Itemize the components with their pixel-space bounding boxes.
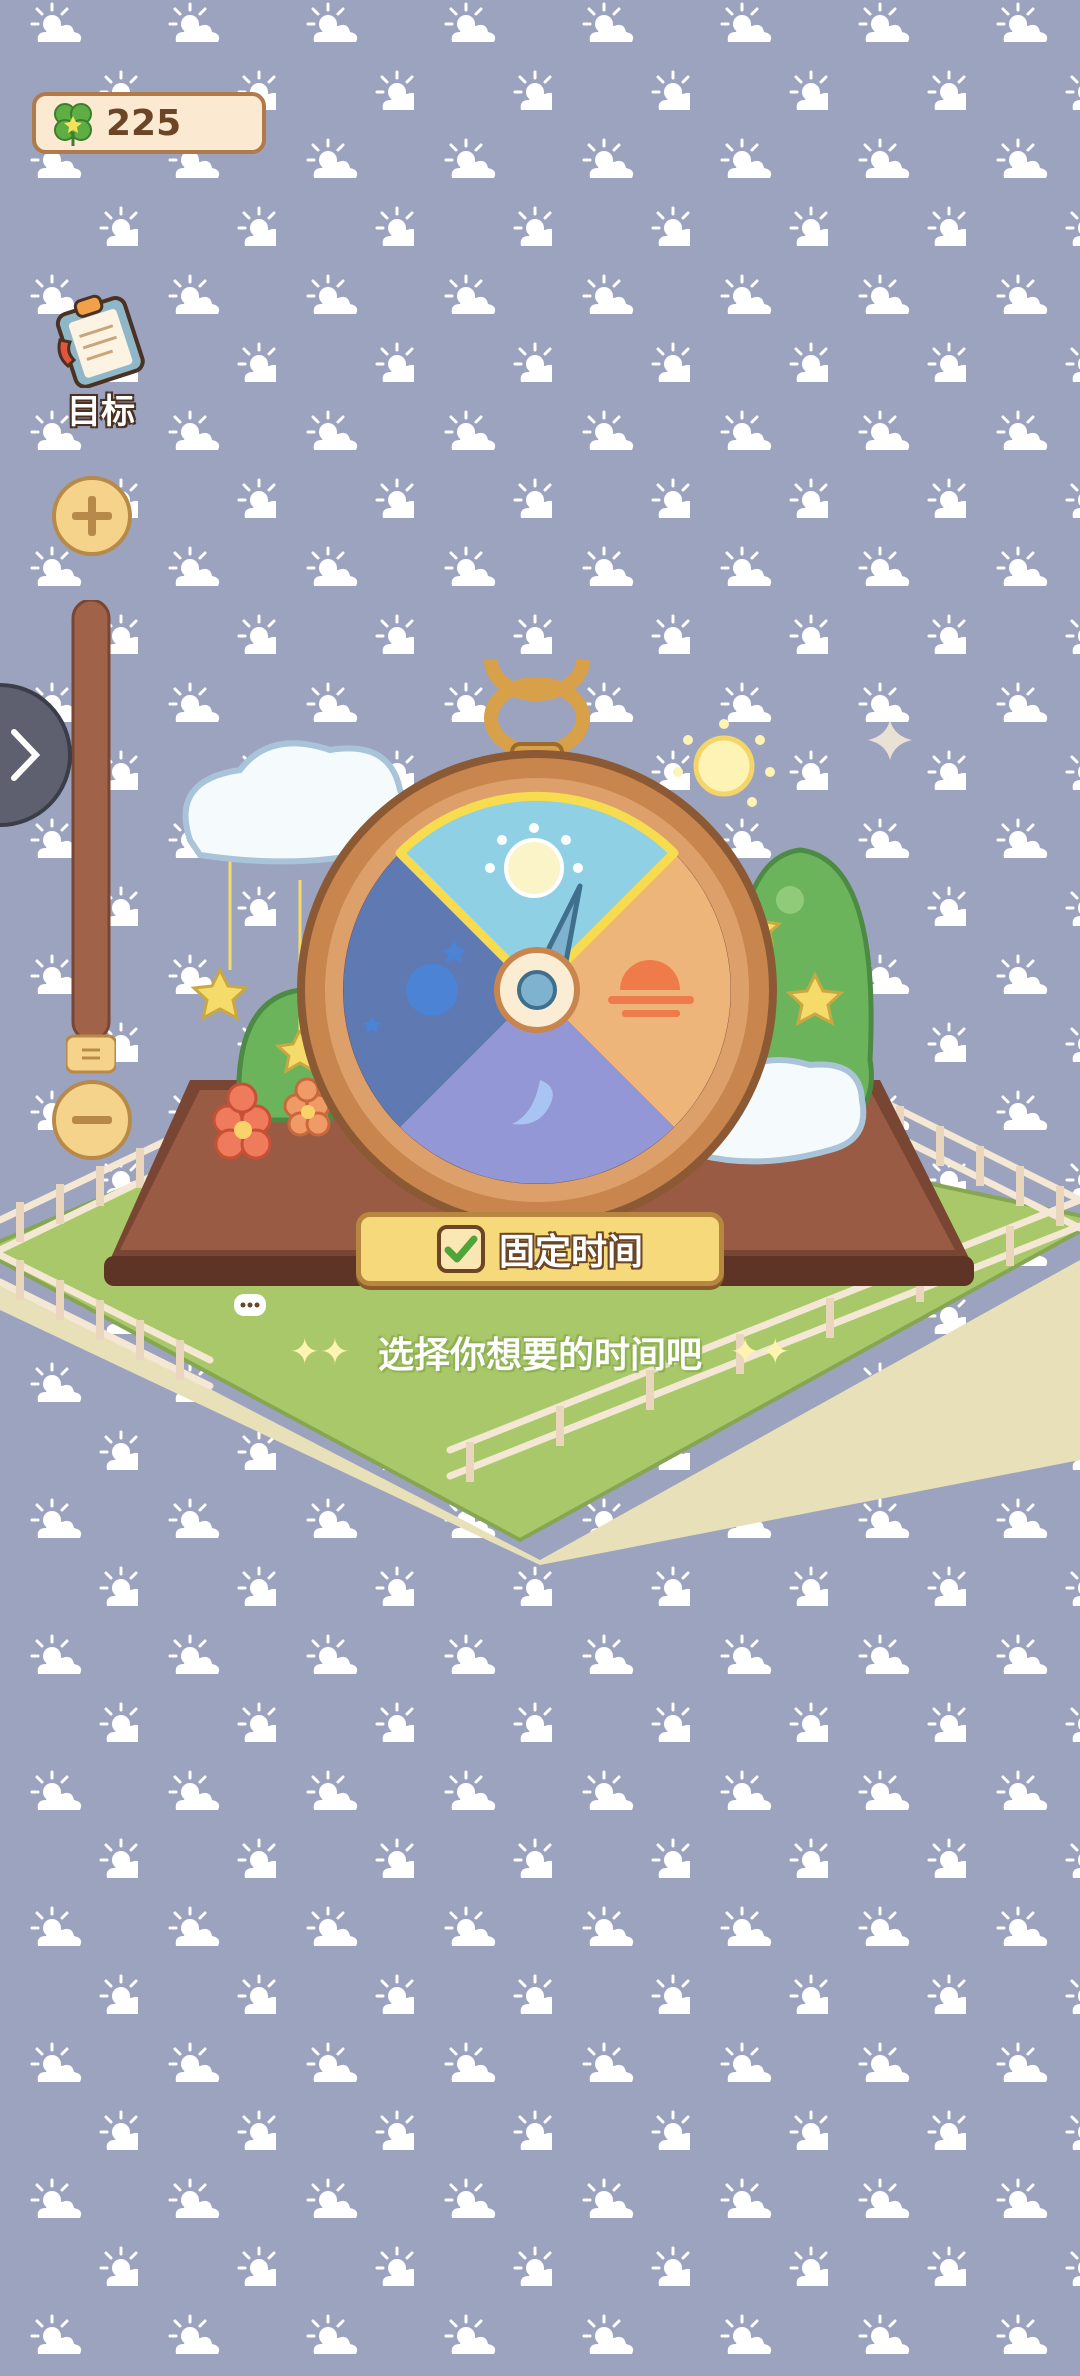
hint-text: 选择你想要的时间吧 <box>377 1335 702 1376</box>
tiny-speech-bubble <box>234 1294 266 1316</box>
fixed-time-label: 固定时间 <box>498 1232 643 1273</box>
goal-label: 目标 <box>67 392 135 432</box>
sparkle-icon: ✦✦ <box>289 1331 350 1373</box>
goal-button[interactable]: 目标 <box>46 288 156 432</box>
clover-icon <box>54 103 92 146</box>
checkmark-icon <box>444 1235 478 1263</box>
sparkle-icon: ✦✦ <box>730 1331 791 1373</box>
time-selection-diorama <box>0 660 1080 1565</box>
clover-currency-counter[interactable]: 225 <box>32 92 266 154</box>
checkbox[interactable] <box>436 1225 485 1273</box>
zoom-in-button[interactable] <box>50 474 134 558</box>
clipboard-icon <box>55 294 145 389</box>
clover-count: 225 <box>106 102 182 144</box>
fixed-time-toggle[interactable]: 固定时间 <box>356 1212 724 1286</box>
hint-banner: ✦✦ 选择你想要的时间吧 ✦✦ <box>260 1322 820 1382</box>
sun-decoration <box>673 719 775 807</box>
sparkle-decoration <box>868 720 912 760</box>
